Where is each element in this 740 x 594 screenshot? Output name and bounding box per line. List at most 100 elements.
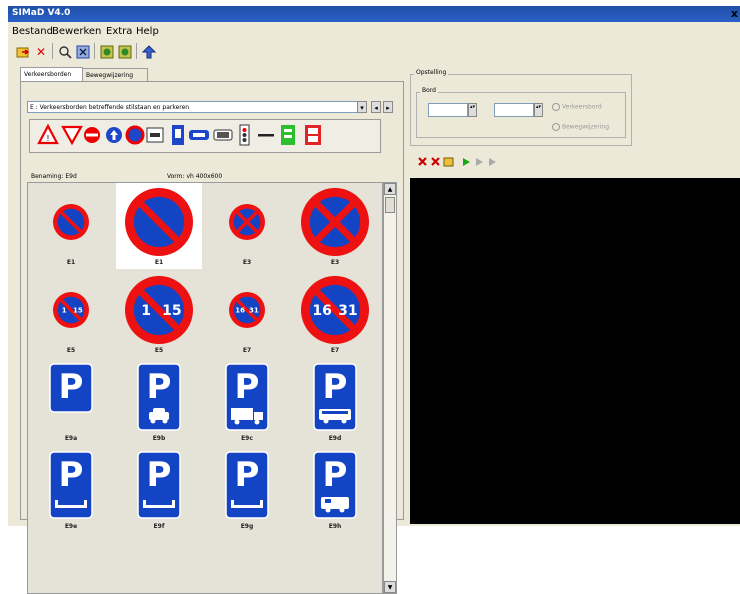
height-spinner-icon[interactable]: ▴▾ [534,103,543,117]
sign-image [229,204,265,240]
fit-icon[interactable] [74,43,92,60]
remove-all-icon[interactable] [431,157,440,166]
sign-cell-e5[interactable]: 1 15 E5 [28,271,114,357]
mandatory-sign-icon[interactable] [106,127,122,143]
sign-cell-e9g[interactable]: P E9g [204,447,290,533]
open-icon[interactable] [14,43,32,60]
green-sign-icon[interactable] [281,125,295,145]
end-icon[interactable] [489,158,496,166]
sign-code-label: E7 [330,347,340,354]
sign-cell-e9h[interactable]: P E9h [292,447,378,533]
end-of-restriction-icon[interactable] [146,127,164,143]
line-marking-icon[interactable] [258,134,274,137]
sign-code-label: E7 [242,347,252,354]
menu-bestand[interactable]: Bestand [12,26,53,37]
sign-cell-e9a[interactable]: P E9a [28,359,114,445]
yield-triangle-icon[interactable] [61,125,83,146]
sign-code-label: E3 [330,259,340,266]
sign-image: P [137,451,181,519]
layer-down-icon[interactable] [116,43,134,60]
vehicle-sign-icon[interactable] [213,129,233,141]
previous-category-icon[interactable]: ◂ [371,101,381,113]
step-icon[interactable] [476,158,483,166]
svg-text:P: P [147,455,172,495]
route-sign-icon[interactable] [189,130,209,140]
width-input[interactable] [428,103,468,117]
sign-image: 16 31 [301,276,369,344]
radio-verkeersbord[interactable]: Verkeersbord [552,103,602,111]
zoom-icon[interactable] [56,43,74,60]
menu-bar: Bestand Bewerken Extra Help [8,23,740,39]
sign-cell-e9c[interactable]: P E9c [204,359,290,445]
grid-scrollbar[interactable]: ▲ ▼ [383,182,397,594]
warning-triangle-icon[interactable]: ! [37,123,59,145]
sign-image: P [225,363,269,431]
sign-cell-e1[interactable]: E1 [116,183,202,269]
window-title: SIMaD V4.0 [12,8,71,18]
sign-cell-e9d[interactable]: P E9d [292,359,378,445]
next-category-icon[interactable]: ▸ [383,101,393,113]
sign-cell-e1[interactable]: E1 [28,183,114,269]
scroll-up-icon[interactable]: ▲ [384,183,396,195]
info-sign-icon[interactable] [172,125,184,145]
width-spinner-icon[interactable]: ▴▾ [468,103,477,117]
height-input[interactable] [494,103,534,117]
menu-help[interactable]: Help [136,26,159,37]
layer-up-icon[interactable] [98,43,116,60]
edit-icon[interactable] [443,157,454,167]
toolbar-separator [94,43,95,59]
sign-cell-e7[interactable]: 16 31 E7 [292,271,378,357]
sign-library-panel: Verkeersborden Bewegwijzering E : Verkee… [20,67,404,594]
menu-extra[interactable]: Extra [106,26,132,37]
dropdown-arrow-icon[interactable]: ▾ [357,101,367,113]
radio-bewegwijzering-label: Bewegwijzering [562,123,610,131]
delete-icon[interactable]: ✕ [32,43,50,60]
sign-cell-e9b[interactable]: P E9b [116,359,202,445]
sign-code-label: E5 [66,347,76,354]
radio-verkeersbord-label: Verkeersbord [562,103,602,111]
shape-column-header: Vorm: vh 400x600 [167,173,223,180]
scroll-down-icon[interactable]: ▼ [384,581,396,593]
sign-cell-e9f[interactable]: P E9f [116,447,202,533]
red-board-icon[interactable] [305,125,321,145]
sign-code-label: E9h [328,523,342,530]
category-dropdown[interactable]: E : Verkeersborden betreffende stilstaan… [27,101,365,113]
sign-cell-e9e[interactable]: P E9e [28,447,114,533]
bord-title: Bord [420,87,438,94]
playback-toolbar [416,154,536,168]
no-entry-icon[interactable] [84,127,100,143]
radio-bewegwijzering[interactable]: Bewegwijzering [552,123,609,131]
svg-text:P: P [235,455,260,495]
svg-text:!: ! [46,134,49,143]
tab-bewegwijzering[interactable]: Bewegwijzering [82,68,148,82]
close-icon[interactable]: x [731,7,738,20]
scroll-thumb[interactable] [385,197,395,213]
sign-image: P [313,363,357,431]
svg-text:P: P [323,455,348,495]
sign-cell-e5[interactable]: 1 15 E5 [116,271,202,357]
traffic-light-icon[interactable] [239,124,250,146]
svg-text:16: 16 [235,306,245,314]
sign-code-label: E9c [241,435,253,442]
svg-text:P: P [235,367,260,407]
sign-image: 1 15 [125,276,193,344]
preview-canvas[interactable] [410,178,740,524]
sign-code-label: E9d [328,435,342,442]
sign-code-label: E9b [152,435,166,442]
play-icon[interactable] [463,158,470,166]
toolbar-separator [52,43,53,59]
sign-image: P [49,451,93,519]
title-bar: SIMaD V4.0 x [8,6,740,22]
arrow-up-icon[interactable] [140,43,158,60]
sign-cell-e7[interactable]: 16 31 E7 [204,271,290,357]
remove-icon[interactable] [418,157,427,166]
sign-image: P [137,363,181,431]
menu-bewerken[interactable]: Bewerken [52,26,101,37]
sign-cell-e3[interactable]: E3 [204,183,290,269]
prohibition-sign-icon[interactable] [125,125,145,145]
tab-verkeersborden[interactable]: Verkeersborden [20,67,83,82]
sign-code-label: E5 [154,347,164,354]
svg-text:P: P [59,367,84,407]
sign-type-bar: ! [29,119,381,153]
sign-cell-e3[interactable]: E3 [292,183,378,269]
